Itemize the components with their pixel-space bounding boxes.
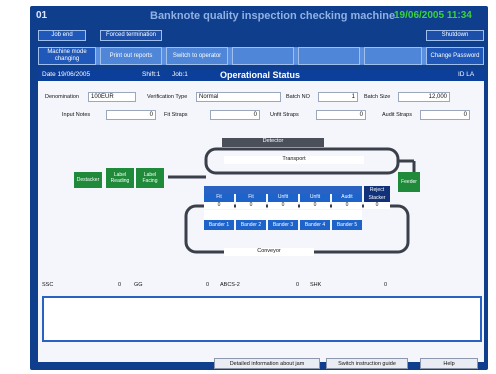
label-reading-box: Label Reading xyxy=(106,168,134,188)
counters-row xyxy=(38,280,484,292)
input-notes-field[interactable]: 0 xyxy=(106,110,156,120)
unfit-straps-field[interactable]: 0 xyxy=(316,110,366,120)
status-date: Date 19/06/2005 xyxy=(42,71,91,78)
conveyor-label: Conveyor xyxy=(224,248,314,256)
stacker-label-1: Fit xyxy=(204,194,234,202)
bander-2: Bander 2 xyxy=(236,220,266,230)
job-end-button[interactable]: Job end xyxy=(38,30,86,41)
blank-button-3[interactable] xyxy=(364,47,422,65)
bander-gap xyxy=(204,210,362,220)
machine-number: 01 xyxy=(36,10,48,21)
transport-label: Transport xyxy=(224,156,364,164)
machine-mode-changing-button[interactable]: Machine mode changing xyxy=(38,47,96,65)
jam-details-button[interactable]: Detailed information about jam xyxy=(214,358,320,369)
stacker-count-3: 0 xyxy=(268,202,298,209)
destacker-box: Destacker xyxy=(74,172,102,188)
stacker-label-4: Unfit xyxy=(300,194,330,202)
label-facing-box: Label Facing xyxy=(136,168,164,188)
page-title: Operational Status xyxy=(220,70,301,80)
counter-ssc-label: SSC xyxy=(42,282,54,288)
feeder-box: Feeder xyxy=(398,172,420,192)
detector-bar: Detector xyxy=(222,138,324,147)
bander-5: Bander 5 xyxy=(332,220,362,230)
counter-ssc-value: 0 xyxy=(118,282,122,288)
message-area xyxy=(42,296,482,342)
stacker-label-5: Audit xyxy=(332,194,362,202)
batch-no-label: Batch NO xyxy=(286,94,310,100)
forced-termination-button[interactable]: Forced termination xyxy=(100,30,162,41)
reject-count: 0 xyxy=(364,202,390,209)
status-id: ID LA xyxy=(458,71,475,78)
stacker-header-bar xyxy=(204,186,362,194)
batch-size-label: Batch Size xyxy=(364,94,391,100)
status-job: Job:1 xyxy=(172,71,188,78)
stacker-count-5: 0 xyxy=(332,202,362,209)
counter-gg-value: 0 xyxy=(206,282,210,288)
fit-straps-field[interactable]: 0 xyxy=(210,110,260,120)
stacker-count-1: 0 xyxy=(204,202,234,209)
change-password-button[interactable]: Change Password xyxy=(426,47,484,65)
counter-shk-value: 0 xyxy=(384,282,388,288)
switch-to-operator-button[interactable]: Switch to operator xyxy=(166,47,228,65)
datetime: 19/06/2005 11:34 xyxy=(394,10,472,21)
input-notes-label: Input Notes xyxy=(62,112,91,118)
blank-button-1[interactable] xyxy=(232,47,294,65)
verification-type-field[interactable]: Normal xyxy=(196,92,281,102)
reject-stacker: Reject Stacker xyxy=(364,186,390,202)
blank-button-2[interactable] xyxy=(298,47,360,65)
print-out-reports-button[interactable]: Print out reports xyxy=(100,47,162,65)
batch-size-field[interactable]: 12,000 xyxy=(398,92,450,102)
help-button[interactable]: Help xyxy=(420,358,478,369)
denomination-label: Denomination xyxy=(45,94,79,100)
bander-3: Bander 3 xyxy=(268,220,298,230)
counter-abcs2-value: 0 xyxy=(296,282,300,288)
counter-shk-label: SHK xyxy=(310,282,322,288)
stacker-label-2: Fit xyxy=(236,194,266,202)
fit-straps-label: Fit Straps xyxy=(164,112,188,118)
stacker-count-2: 0 xyxy=(236,202,266,209)
window-title: Banknote quality inspection checking mac… xyxy=(150,10,396,22)
audit-straps-field[interactable]: 0 xyxy=(420,110,470,120)
counter-gg-label: GG xyxy=(134,282,143,288)
denomination-field[interactable]: 100EUR xyxy=(88,92,136,102)
status-shift: Shift:1 xyxy=(142,71,161,78)
shutdown-button[interactable]: Shutdown xyxy=(426,30,484,41)
audit-straps-label: Audit Straps xyxy=(382,112,412,118)
batch-no-field[interactable]: 1 xyxy=(318,92,358,102)
bander-4: Bander 4 xyxy=(300,220,330,230)
bander-1: Bander 1 xyxy=(204,220,234,230)
counter-abcs2-label: ABCS-2 xyxy=(220,282,240,288)
unfit-straps-label: Unfit Straps xyxy=(270,112,299,118)
verification-type-label: Verification Type xyxy=(147,94,188,100)
switch-guide-button[interactable]: Switch instruction guide xyxy=(326,358,408,369)
stacker-count-4: 0 xyxy=(300,202,330,209)
stacker-label-3: Unfit xyxy=(268,194,298,202)
